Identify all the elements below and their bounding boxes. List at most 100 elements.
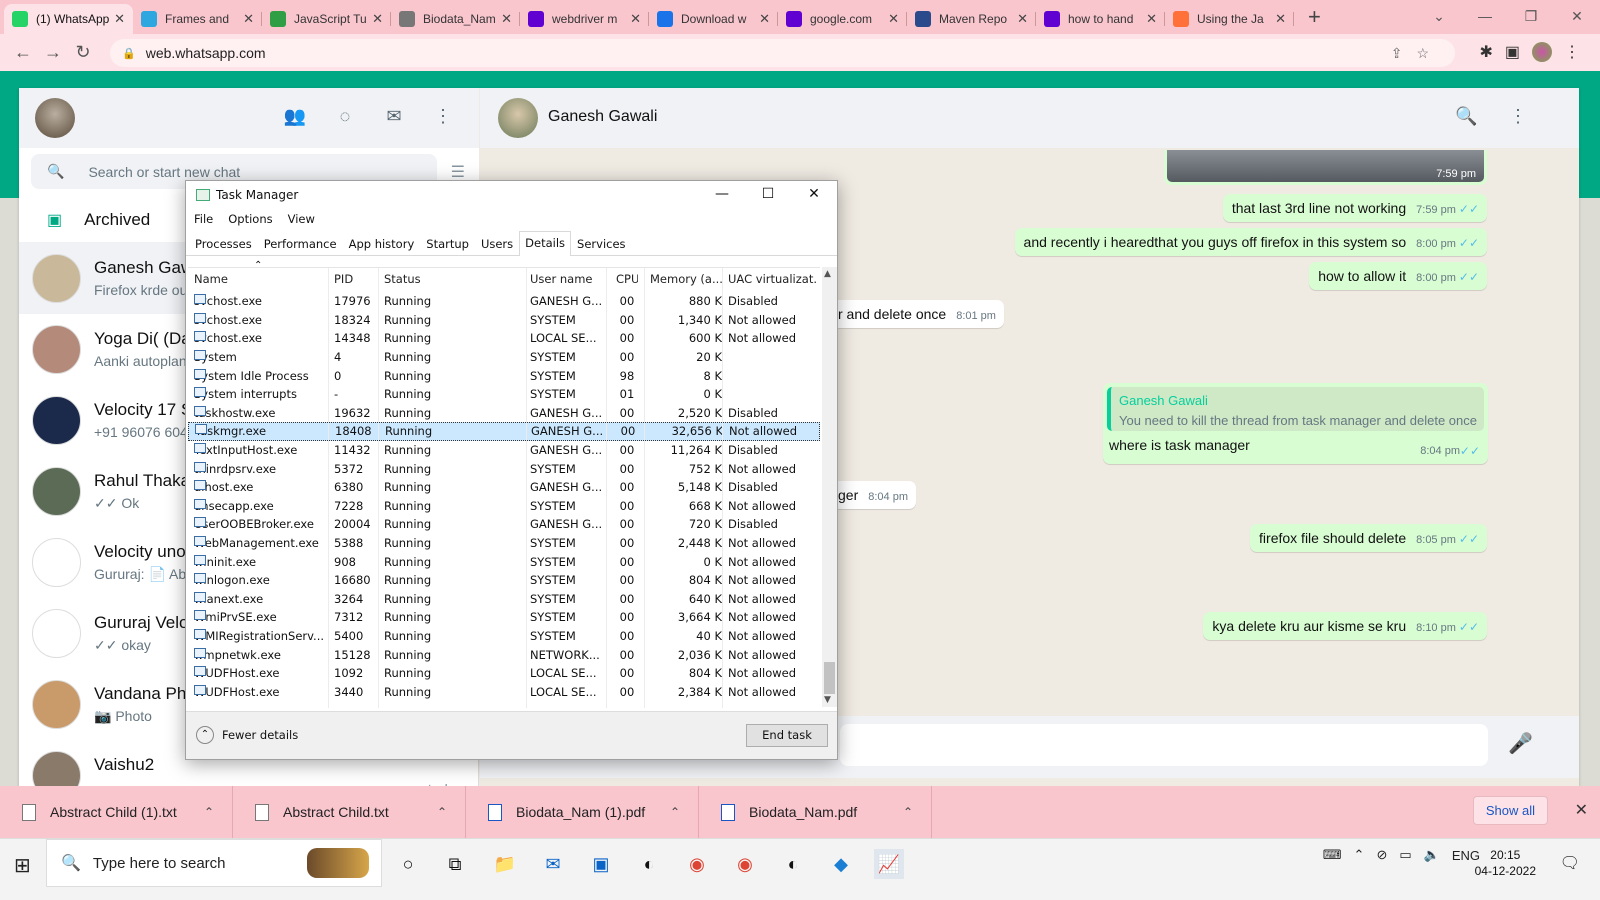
column-header-5[interactable]: Memory (a... — [650, 272, 722, 286]
message-bubble[interactable]: and recently i hearedthat you guys off f… — [1014, 228, 1487, 256]
chat-avatar[interactable] — [32, 680, 81, 729]
tm-minimize-button[interactable]: — — [699, 181, 745, 207]
keyboard-icon[interactable]: ⌨ — [1323, 847, 1342, 863]
download-item[interactable]: Biodata_Nam.pdf ⌃ — [699, 786, 932, 838]
scroll-down-arrow-icon[interactable]: ▼ — [824, 695, 831, 705]
eclipse-icon[interactable]: ◐ — [634, 849, 664, 879]
menu-file[interactable]: File — [194, 212, 213, 226]
menu-view[interactable]: View — [288, 212, 315, 226]
side-panel-icon[interactable]: ▣ — [1505, 42, 1520, 62]
browser-tab[interactable]: Using the Ja ✕ — [1165, 4, 1294, 34]
share-star-icons[interactable]: ⇪☆ — [1391, 45, 1443, 62]
close-window-button[interactable]: ✕ — [1554, 0, 1600, 34]
tab-details[interactable]: Details — [519, 231, 572, 256]
tm-maximize-button[interactable]: ☐ — [745, 181, 791, 207]
reload-button[interactable]: ↻ — [68, 42, 98, 63]
chat-avatar[interactable] — [32, 609, 81, 658]
message-input[interactable] — [840, 724, 1488, 766]
process-row[interactable]: WmiPrvSE.exe 7312 Running SYSTEM 00 3,664 K No… — [188, 608, 820, 627]
conversation-menu-icon[interactable]: ⋮ — [1509, 106, 1527, 127]
browser-menu-icon[interactable]: ⋮ — [1564, 42, 1580, 62]
close-downloads-icon[interactable]: ✕ — [1575, 800, 1588, 820]
tab-search-icon[interactable]: ⌄ — [1416, 0, 1462, 34]
mail-icon[interactable]: ✉ — [538, 849, 568, 879]
process-row[interactable]: WUDFHost.exe 3440 Running LOCAL SE... 00 2,38… — [188, 683, 820, 702]
close-tab-icon[interactable]: ✕ — [759, 11, 770, 27]
browser-tab[interactable]: Download w ✕ — [649, 4, 778, 34]
process-row[interactable]: uihost.exe 6380 Running GANESH G... 00 5,148 … — [188, 478, 820, 497]
process-row[interactable]: TextInputHost.exe 11432 Running GANESH G...… — [188, 441, 820, 460]
quoted-reply-message[interactable]: Ganesh Gawali You need to kill the threa… — [1103, 383, 1488, 464]
process-row[interactable]: unsecapp.exe 7228 Running SYSTEM 00 668 K Not … — [188, 497, 820, 516]
contact-avatar[interactable] — [498, 98, 538, 138]
windows-start-icon[interactable]: ⊞ — [14, 853, 31, 878]
tab-performance[interactable]: Performance — [258, 232, 343, 255]
tab-app-history[interactable]: App history — [343, 232, 421, 255]
message-bubble[interactable]: firefox file should delete 8:05 pm ✓✓ — [1250, 524, 1487, 552]
message-bubble[interactable]: r and delete once 8:01 pm — [838, 300, 1004, 328]
chevron-up-icon[interactable]: ⌃ — [903, 805, 913, 819]
task-manager-titlebar[interactable]: Task Manager — ☐ ✕ — [186, 181, 837, 209]
close-tab-icon[interactable]: ✕ — [1146, 11, 1157, 27]
chevron-up-icon[interactable]: ⌃ — [437, 805, 447, 819]
chrome-profile-icon[interactable]: ◉ — [730, 849, 760, 879]
process-row[interactable]: svchost.exe 18324 Running SYSTEM 00 1,340 K No… — [188, 311, 820, 330]
tab-processes[interactable]: Processes — [189, 232, 258, 255]
cortana-icon[interactable]: ○ — [393, 849, 423, 879]
new-chat-icon[interactable]: ✉ — [382, 106, 406, 130]
file-explorer-icon[interactable]: 📁 — [490, 849, 520, 879]
image-message[interactable]: 7:59 pm — [1164, 150, 1487, 185]
scroll-up-arrow-icon[interactable]: ▲ — [824, 269, 831, 279]
process-row[interactable]: winlogon.exe 16680 Running SYSTEM 00 804 K Not… — [188, 571, 820, 590]
chat-avatar[interactable] — [32, 396, 81, 445]
column-header-6[interactable]: UAC virtualizat... — [728, 272, 818, 286]
chat-avatar[interactable] — [32, 254, 81, 303]
message-bubble[interactable]: ger 8:04 pm — [838, 481, 916, 509]
column-header-4[interactable]: CPU — [616, 272, 638, 286]
close-tab-icon[interactable]: ✕ — [1275, 11, 1286, 27]
browser-tab[interactable]: Frames and ✕ — [133, 4, 262, 34]
vscode-icon[interactable]: ◆ — [826, 849, 856, 879]
taskbar-search-box[interactable]: 🔍 Type here to search — [46, 839, 382, 887]
process-row[interactable]: taskhostw.exe 19632 Running GANESH G... 00 2,… — [188, 404, 820, 423]
show-hidden-icons[interactable]: ⌃ — [1354, 847, 1365, 863]
process-row[interactable]: Taskmgr.exe 18408 Running GANESH G... 00 32,6… — [188, 422, 820, 441]
process-row[interactable]: System Idle Process 0 Running SYSTEM 98 8 K — [188, 366, 820, 385]
process-row[interactable]: thinrdpsrv.exe 5372 Running SYSTEM 00 752 K No… — [188, 459, 820, 478]
menu-icon[interactable]: ⋮ — [431, 106, 455, 130]
close-tab-icon[interactable]: ✕ — [243, 11, 254, 27]
extensions-puzzle-icon[interactable]: ✱ — [1479, 42, 1492, 62]
process-row[interactable]: wlanext.exe 3264 Running SYSTEM 00 640 K Not a… — [188, 590, 820, 609]
process-row[interactable]: WUDFHost.exe 1092 Running LOCAL SE... 00 804 … — [188, 664, 820, 683]
taskbar-clock[interactable]: 20:15 04-12-2022 — [1475, 847, 1536, 879]
minimize-button[interactable]: — — [1462, 0, 1508, 34]
browser-tab[interactable]: webdriver m ✕ — [520, 4, 649, 34]
battery-icon[interactable]: ▭ — [1399, 847, 1411, 863]
profile-avatar[interactable] — [1532, 42, 1552, 62]
restore-button[interactable]: ❐ — [1508, 0, 1554, 34]
chat-avatar[interactable] — [32, 538, 81, 587]
status-icon[interactable]: ◌ — [333, 106, 357, 130]
browser-tab[interactable]: JavaScript Tu ✕ — [262, 4, 391, 34]
browser-tab[interactable]: how to hand ✕ — [1036, 4, 1165, 34]
volume-icon[interactable]: 🔈 — [1424, 847, 1440, 863]
close-tab-icon[interactable]: ✕ — [501, 11, 512, 27]
scroll-thumb[interactable] — [824, 662, 835, 694]
communities-icon[interactable]: 👥 — [283, 106, 307, 130]
process-row[interactable]: wmpnetwk.exe 15128 Running NETWORK... 00 2,03… — [188, 645, 820, 664]
tm-close-button[interactable]: ✕ — [791, 181, 837, 207]
network-icon[interactable]: ⊘ — [1376, 847, 1387, 863]
chevron-up-icon[interactable]: ⌃ — [204, 805, 214, 819]
chrome-icon[interactable]: ◉ — [682, 849, 712, 879]
eclipse-icon-2[interactable]: ◐ — [778, 849, 808, 879]
chevron-up-icon[interactable]: ⌃ — [670, 805, 680, 819]
back-button[interactable]: ← — [8, 42, 38, 63]
close-tab-icon[interactable]: ✕ — [1017, 11, 1028, 27]
filter-icon[interactable]: ☰ — [451, 162, 465, 182]
message-bubble[interactable]: that last 3rd line not working 7:59 pm ✓✓ — [1222, 194, 1487, 222]
browser-tab[interactable]: (1) WhatsApp ✕ — [4, 4, 133, 34]
process-row[interactable]: System interrupts - Running SYSTEM 01 0 K — [188, 385, 820, 404]
column-header-0[interactable]: Name — [194, 272, 330, 286]
process-row[interactable]: System 4 Running SYSTEM 00 20 K — [188, 348, 820, 367]
contact-name[interactable]: Ganesh Gawali — [548, 108, 657, 126]
